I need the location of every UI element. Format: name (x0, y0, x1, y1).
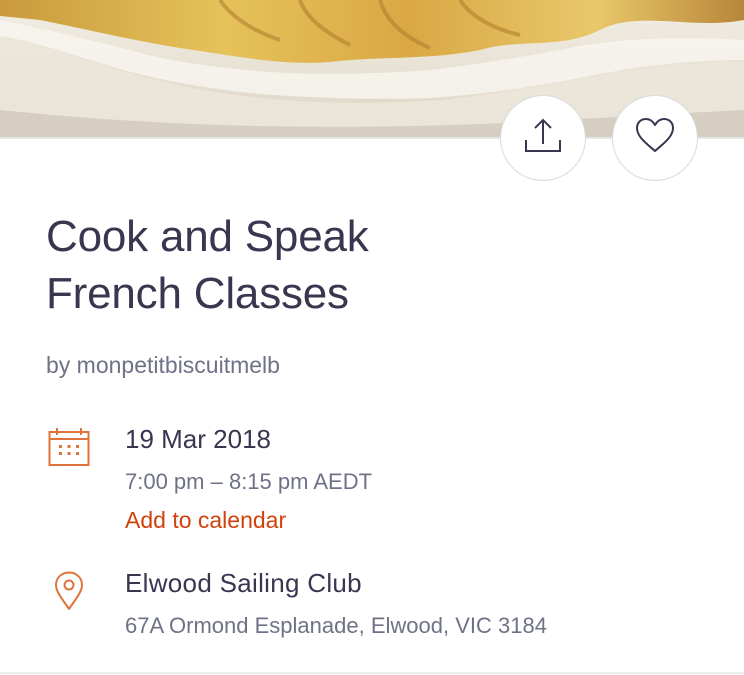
heart-icon (633, 114, 677, 163)
event-title: Cook and Speak French Classes (46, 208, 706, 322)
save-event-button[interactable] (612, 95, 698, 181)
venue-name: Elwood Sailing Club (125, 568, 362, 598)
venue-address: 67A Ormond Esplanade, Elwood, VIC 3184 (125, 613, 547, 638)
section-divider (0, 672, 744, 674)
location-pin-icon (54, 571, 84, 611)
organizer-link[interactable]: by monpetitbiscuitmelb (46, 350, 280, 380)
event-title-line-1: Cook and Speak (46, 212, 369, 261)
event-date: 19 Mar 2018 (125, 424, 271, 454)
event-detail-page: Cook and Speak French Classes by monpeti… (0, 0, 744, 675)
event-title-line-2: French Classes (46, 269, 349, 318)
event-time: 7:00 pm – 8:15 pm AEDT (125, 469, 373, 494)
add-to-calendar-link[interactable]: Add to calendar (125, 505, 286, 535)
share-button[interactable] (500, 95, 586, 181)
calendar-icon (48, 427, 90, 467)
share-icon (521, 114, 565, 163)
